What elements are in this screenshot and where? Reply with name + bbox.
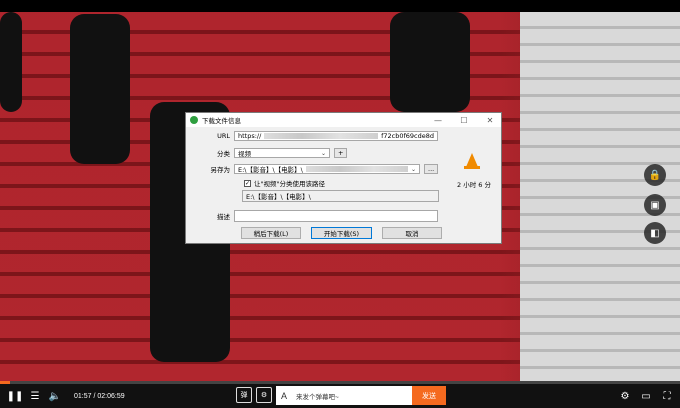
pip-icon[interactable]: ◧ — [644, 222, 666, 244]
close-button[interactable]: ✕ — [479, 116, 501, 125]
maximize-button[interactable]: ☐ — [453, 116, 475, 125]
dialog-title: 下载文件信息 — [202, 117, 241, 125]
playlist-icon[interactable]: ☰ — [26, 387, 44, 405]
send-button[interactable]: 发送 — [412, 386, 446, 405]
play-pause-icon[interactable]: ❚❚ — [6, 387, 24, 405]
description-row: 描述 — [186, 210, 438, 222]
category-label: 分类 — [217, 150, 230, 158]
window-icon[interactable]: ▭ — [637, 387, 655, 405]
cancel-button[interactable]: 取消 — [382, 227, 442, 239]
remember-checkbox[interactable]: ✓ — [244, 179, 251, 187]
snapshot-icon[interactable]: ▣ — [644, 194, 666, 216]
danmu-style-icon[interactable]: A — [276, 391, 292, 401]
dialog-titlebar[interactable]: 下载文件信息 — ☐ ✕ — [186, 113, 501, 127]
category-value: 视频 — [238, 150, 251, 158]
scene-figure — [0, 12, 22, 112]
browse-button[interactable]: ... — [424, 164, 439, 174]
chevron-down-icon: ⌄ — [320, 149, 326, 157]
add-category-button[interactable]: + — [334, 148, 348, 158]
scene-figure — [70, 14, 130, 164]
category-select[interactable]: 视频 ⌄ — [234, 148, 330, 158]
fullscreen-icon[interactable]: ⛶ — [658, 387, 676, 405]
remember-row: ✓ 让"视频"分类使用该路径 — [244, 178, 325, 188]
vlc-cone-base — [464, 166, 480, 169]
volume-icon[interactable]: 🔈 — [46, 387, 64, 405]
url-field[interactable]: https:// f72cb0f69cde8d — [234, 131, 438, 141]
save-as-label: 另存为 — [210, 166, 231, 174]
download-dialog: 下载文件信息 — ☐ ✕ URL https:// f72cb0f69cde8d… — [185, 112, 502, 244]
lock-icon[interactable]: 🔒 — [644, 164, 666, 186]
download-later-button[interactable]: 稍后下载(L) — [241, 227, 301, 239]
minimize-button[interactable]: — — [427, 116, 449, 125]
url-row: URL https:// f72cb0f69cde8d — [186, 131, 438, 141]
url-blurred — [264, 133, 379, 139]
time-display: 01:57 / 02:06:59 — [74, 392, 125, 400]
url-label: URL — [217, 132, 230, 140]
path-display: E:\【影音】\【电影】\ — [242, 190, 439, 202]
url-suffix: f72cb0f69cde8d — [381, 132, 434, 140]
danmu-input[interactable]: 来发个弹幕吧~ — [292, 391, 412, 401]
remember-label: 让"视频"分类使用该路径 — [254, 180, 325, 188]
description-input[interactable] — [234, 210, 438, 222]
danmu-settings-icon[interactable]: ⚙ — [256, 387, 272, 403]
save-as-blurred — [305, 166, 408, 172]
video-player: 🔒 ▣ ◧ 下载文件信息 — ☐ ✕ URL https:// f72cb0f6… — [0, 0, 680, 408]
settings-icon[interactable]: ⚙ — [616, 387, 634, 405]
start-download-button[interactable]: 开始下载(S) — [311, 227, 372, 239]
save-as-value: E:\【影音】\【电影】\ — [238, 166, 303, 174]
chevron-down-icon: ⌄ — [410, 165, 416, 173]
danmu-box: A 来发个弹幕吧~ 发送 — [276, 386, 446, 405]
url-prefix: https:// — [238, 132, 262, 140]
path-display-text: E:\【影音】\【电影】\ — [246, 193, 311, 201]
description-label: 描述 — [217, 213, 230, 221]
app-icon — [190, 116, 198, 124]
category-row: 分类 视频 ⌄ + — [186, 148, 348, 158]
vlc-cone-icon — [466, 153, 478, 167]
save-as-select[interactable]: E:\【影音】\【电影】\ ⌄ — [234, 164, 420, 174]
danmu-toggle-icon[interactable]: 弹 — [236, 387, 252, 403]
scene-figure — [390, 12, 470, 112]
path-row: E:\【影音】\【电影】\ — [242, 190, 439, 202]
save-as-row: 另存为 E:\【影音】\【电影】\ ⌄ ... — [186, 164, 439, 174]
eta-text: 2 小时 6 分 — [457, 181, 491, 189]
